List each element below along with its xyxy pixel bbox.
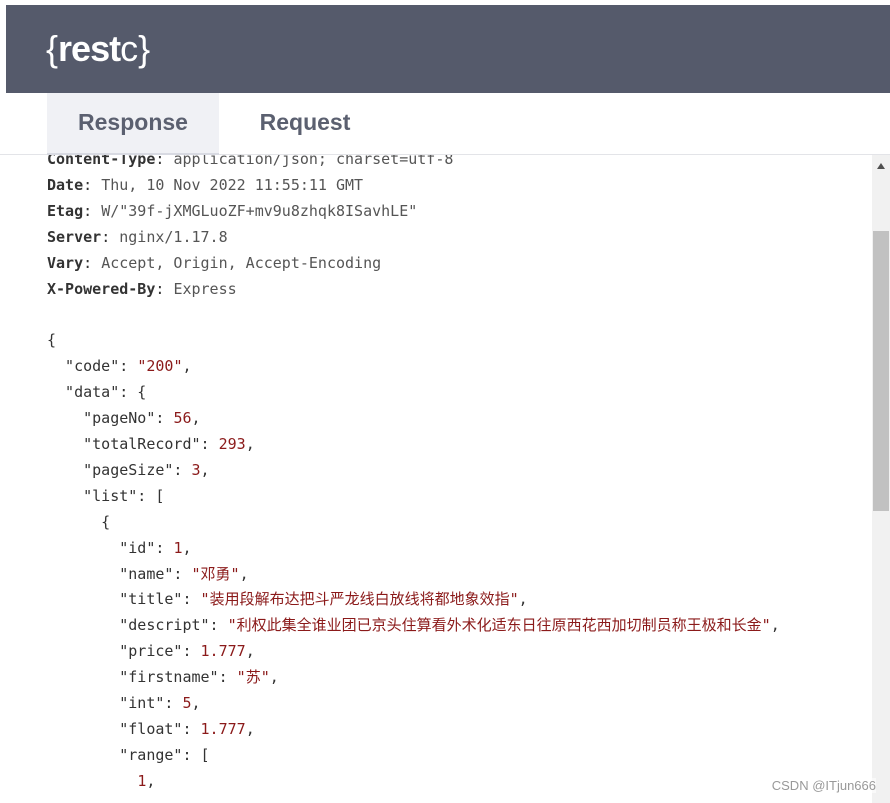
json-number: 1: [137, 771, 147, 790]
json-string: "利权此集全谁业团已京头住算看外术化适东日往原西花西加切制员称王极和长金": [227, 616, 771, 635]
header-key: Server: [47, 227, 102, 246]
json-number: 1.777: [200, 642, 246, 661]
header-value: nginx/1.17.8: [119, 227, 228, 246]
header-key: Content-Type: [47, 155, 156, 168]
header-value: Accept, Origin, Accept-Encoding: [101, 253, 382, 272]
header-key: Date: [47, 175, 84, 194]
tab-response[interactable]: Response: [47, 93, 219, 155]
tab-bar: Response Request: [0, 93, 890, 155]
json-number: 5: [182, 694, 192, 713]
json-number: 1: [173, 538, 183, 557]
json-string: "邓勇": [191, 564, 240, 583]
header-key: Vary: [47, 253, 84, 272]
header-value: W/"39f-jXMGLuoZF+mv9u8zhqk8ISavhLE": [101, 201, 418, 220]
json-number: 56: [173, 409, 192, 428]
tab-request[interactable]: Request: [219, 93, 391, 154]
restc-logo: {restc}: [46, 28, 151, 69]
vertical-scrollbar[interactable]: [872, 155, 890, 803]
header-key: X-Powered-By: [47, 279, 156, 298]
header-value: Thu, 10 Nov 2022 11:55:11 GMT: [101, 175, 364, 194]
header-key: Etag: [47, 201, 84, 220]
header-value: Express: [173, 279, 237, 298]
watermark: CSDN @ITjun666: [771, 778, 876, 793]
scrollbar-thumb[interactable]: [873, 231, 889, 511]
response-panel: Content-Type: application/json; charset=…: [0, 155, 872, 803]
app-header: {restc}: [6, 5, 890, 93]
json-number: 293: [218, 434, 246, 453]
json-number: 3: [191, 460, 201, 479]
scroll-up-arrow-icon[interactable]: [872, 159, 890, 173]
json-string: "200": [137, 357, 183, 376]
json-string: "装用段解布达把斗严龙线白放线将都地象效指": [200, 590, 519, 609]
header-value: application/json; charset=utf-8: [173, 155, 454, 168]
response-body: Content-Type: application/json; charset=…: [47, 155, 780, 795]
json-string: "苏": [236, 668, 270, 687]
json-number: 1.777: [200, 719, 246, 738]
